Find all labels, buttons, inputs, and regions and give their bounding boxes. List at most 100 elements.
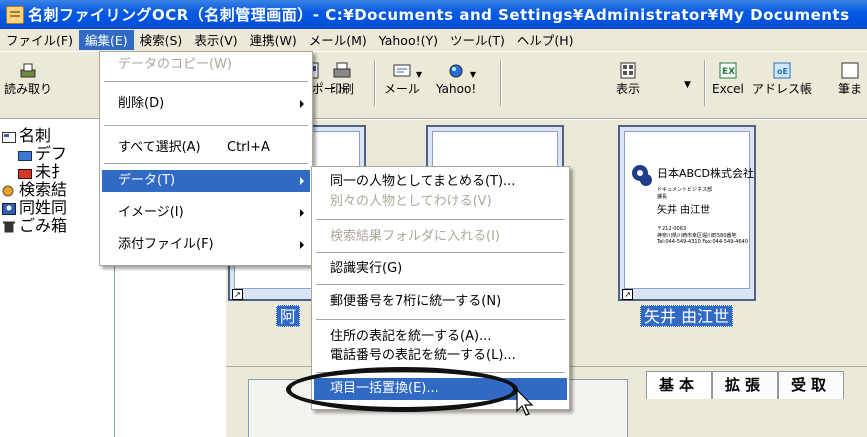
menu-bar: ファイル(F) 編集(E) 検索(S) 表示(V) 連携(W) メール(M) Y… <box>0 29 867 51</box>
submenu-arrow-icon <box>300 241 304 249</box>
folder-icon <box>18 146 32 161</box>
mouse-cursor-icon <box>516 389 534 416</box>
excel-icon: EX <box>718 62 738 80</box>
menu-item-attach[interactable]: 添付ファイル(F) <box>102 234 310 256</box>
window-title: 名刺ファイリングOCR（名刺管理画面）- C:¥Documents and Se… <box>28 6 850 24</box>
people-icon <box>2 200 16 215</box>
menu-item-select-all[interactable]: すべて選択(A) Ctrl+A <box>102 137 310 159</box>
menu-item-copy[interactable]: データのコピー(W) <box>102 54 310 76</box>
menu-item-phone[interactable]: 電話番号の表記を統一する(L)... <box>314 345 567 367</box>
menu-divider <box>104 81 308 82</box>
tree-label: ごみ箱 <box>19 216 68 235</box>
tree-item-trash[interactable]: ごみ箱 <box>2 212 67 236</box>
menu-file[interactable]: ファイル(F) <box>0 30 79 50</box>
view-button[interactable]: 表示 <box>616 62 640 96</box>
menu-search[interactable]: 検索(S) <box>134 30 189 50</box>
menu-divider <box>104 163 308 164</box>
menu-divider <box>316 219 565 220</box>
submenu-arrow-icon <box>300 177 304 185</box>
toolbar-separator <box>704 60 706 106</box>
print-label: 印刷 <box>330 82 355 96</box>
chevron-down-icon: ▼ <box>684 80 691 90</box>
trash-icon <box>2 218 16 233</box>
hikki-label: 筆ま <box>838 82 863 96</box>
menu-item-split[interactable]: 別々の人物としてわける(V) <box>314 191 567 213</box>
card-image: 日本ABCD株式会社 ドキュメントビジネス部 課長 矢井 由江世 〒212-00… <box>624 131 754 289</box>
card-address: 神奈川県川崎市幸区堀川町580番地 <box>657 233 737 239</box>
grid-view-icon <box>618 62 638 80</box>
menu-divider <box>104 125 308 126</box>
print-button[interactable]: 印刷 <box>330 62 354 96</box>
folder-icon <box>18 164 32 179</box>
menu-item-zip[interactable]: 郵便番号を7桁に統一する(N) <box>314 291 567 313</box>
mail-label: メール <box>384 82 421 96</box>
menu-view[interactable]: 表示(V) <box>188 30 243 50</box>
scan-label: 読み取り <box>4 82 53 96</box>
yahoo-label: Yahoo! <box>436 82 477 96</box>
menu-divider <box>316 252 565 253</box>
tab-basic[interactable]: 基本 <box>646 371 713 399</box>
scanner-icon <box>18 62 38 80</box>
menu-item-data[interactable]: データ(T) <box>102 170 310 192</box>
tab-received[interactable]: 受取 <box>778 371 845 399</box>
menu-item-delete[interactable]: 削除(D) <box>102 93 310 115</box>
tab-extended[interactable]: 拡張 <box>712 371 779 399</box>
search-folder-icon <box>2 182 16 197</box>
card-dept: ドキュメントビジネス部 <box>657 187 713 193</box>
toolbar-separator <box>500 60 502 106</box>
view-dropdown[interactable]: ▼ <box>684 78 691 92</box>
menu-mail[interactable]: メール(M) <box>303 30 373 50</box>
menu-item-recognize[interactable]: 認識実行(G) <box>314 258 567 280</box>
addressbook-button[interactable]: oE アドレス帳 <box>752 62 812 96</box>
toolbar-separator <box>374 60 376 106</box>
excel-label: Excel <box>712 82 744 96</box>
menu-item-label: すべて選択(A) <box>118 140 201 155</box>
title-bar: 名刺ファイリングOCR（名刺管理画面）- C:¥Documents and Se… <box>0 0 867 29</box>
menu-item-merge[interactable]: 同一の人物としてまとめる(T)... <box>314 171 567 193</box>
menu-divider <box>316 319 565 320</box>
mail-button[interactable]: ▼ メール <box>384 62 422 96</box>
menu-edit[interactable]: 編集(E) <box>78 30 134 50</box>
card-folder-icon <box>2 128 16 143</box>
submenu-arrow-icon <box>300 100 304 108</box>
menu-tools[interactable]: ツール(T) <box>444 30 511 50</box>
menu-yahoo[interactable]: Yahoo!(Y) <box>373 30 444 50</box>
globe-icon: ▼ <box>446 62 476 80</box>
card-name-label-1[interactable]: 阿 <box>276 305 301 327</box>
card-tel: Tel:044-549-4310 Fax:044-549-4640 <box>657 239 748 245</box>
scan-button[interactable]: 読み取り <box>4 62 52 96</box>
card-zip: 〒212-0063 <box>657 226 687 232</box>
menu-item-to-search[interactable]: 検索結果フォルダに入れる(I) <box>314 226 567 248</box>
shortcut-label: Ctrl+A <box>227 140 270 155</box>
detail-tabs: 基本 拡張 受取 <box>646 371 845 399</box>
view-label: 表示 <box>616 82 641 96</box>
menu-item-label: イメージ(I) <box>118 205 184 220</box>
card-person-name: 矢井 由江世 <box>657 205 711 216</box>
menu-link[interactable]: 連携(W) <box>244 30 303 50</box>
printer-icon <box>332 62 352 80</box>
menu-help[interactable]: ヘルプ(H) <box>511 30 580 50</box>
app-icon <box>6 5 24 24</box>
folder-tree: 名刺 デフ 未扌 検索結 同姓同 ごみ箱 <box>0 120 115 437</box>
mail-icon: ▼ <box>392 62 422 80</box>
card-title: 課長 <box>657 194 668 200</box>
menu-item-label: 添付ファイル(F) <box>118 237 214 252</box>
submenu-arrow-icon <box>300 209 304 217</box>
menu-item-label: 削除(D) <box>118 96 165 111</box>
menu-item-label: データ(T) <box>118 173 176 188</box>
yahoo-button[interactable]: ▼ Yahoo! <box>436 62 476 96</box>
card-thumbnail-3[interactable]: 日本ABCD株式会社 ドキュメントビジネス部 課長 矢井 由江世 〒212-00… <box>618 125 756 301</box>
addressbook-label: アドレス帳 <box>752 82 813 96</box>
menu-divider <box>316 284 565 285</box>
edit-menu: データのコピー(W) 削除(D) すべて選択(A) Ctrl+A データ(T) イ… <box>99 51 313 266</box>
card-company: 日本ABCD株式会社 <box>657 167 755 180</box>
svg-text:EX: EX <box>722 67 735 77</box>
card-name-label-3[interactable]: 矢井 由江世 <box>640 305 734 327</box>
svg-text:oE: oE <box>777 67 788 76</box>
menu-item-image[interactable]: イメージ(I) <box>102 202 310 224</box>
hikki-button[interactable]: 筆ま <box>838 62 862 96</box>
company-logo-icon <box>632 165 652 186</box>
shortcut-icon: ↗ <box>232 289 243 300</box>
excel-button[interactable]: EX Excel <box>712 62 744 96</box>
addressbook-icon: oE <box>772 62 792 80</box>
